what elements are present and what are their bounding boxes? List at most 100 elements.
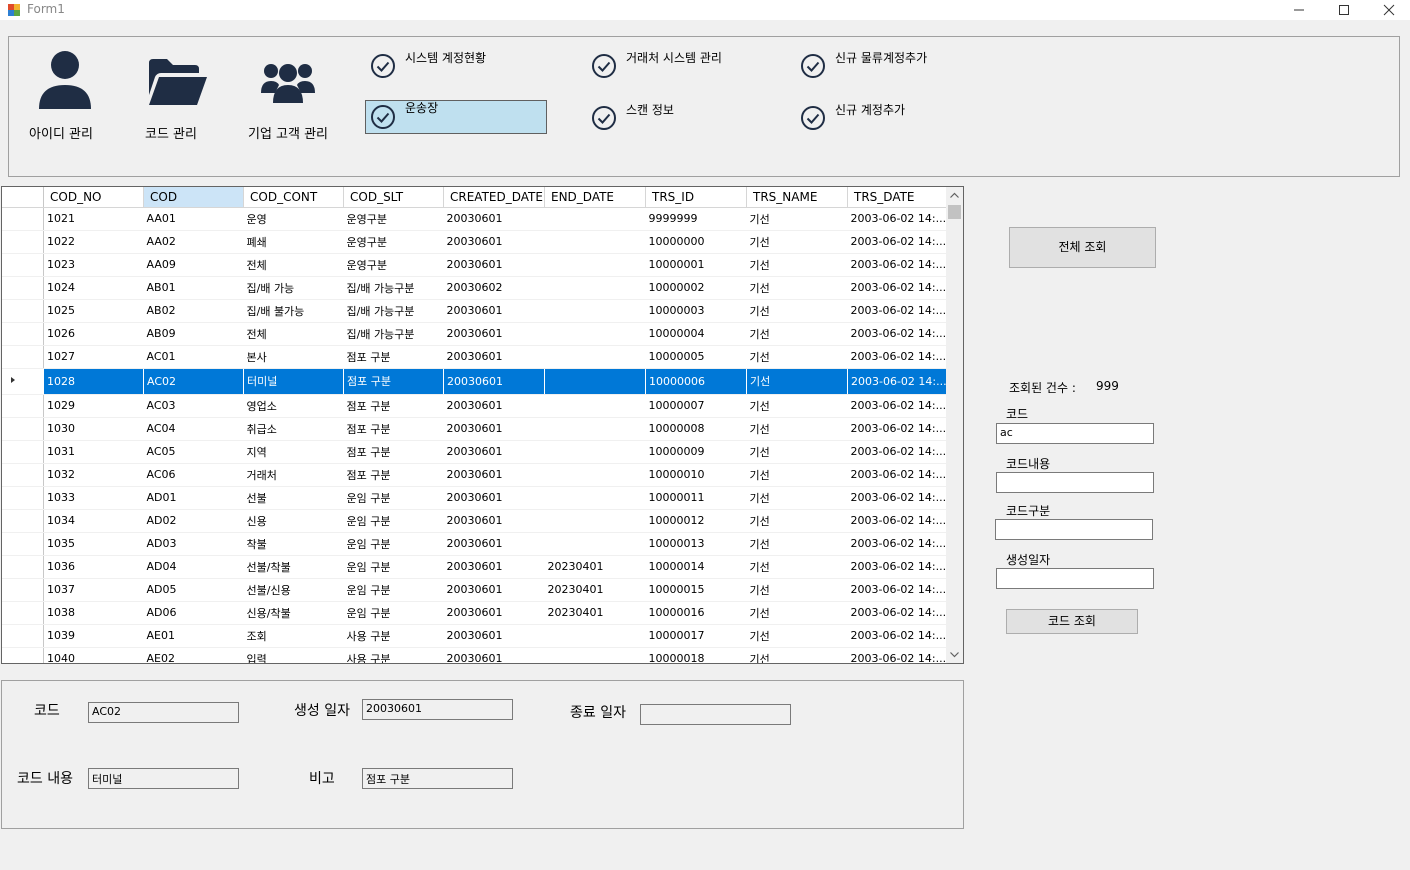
column-header[interactable]: COD_CONT bbox=[243, 187, 344, 208]
table-cell[interactable]: 기선 bbox=[746, 207, 848, 231]
table-cell[interactable]: 10000012 bbox=[645, 509, 747, 533]
table-cell[interactable] bbox=[544, 394, 646, 418]
table-cell[interactable]: AD02 bbox=[143, 509, 244, 533]
table-cell[interactable]: 2003-06-02 14:... bbox=[847, 230, 948, 254]
table-cell[interactable]: 기선 bbox=[746, 345, 848, 369]
table-cell[interactable]: 2003-06-02 14:... bbox=[847, 253, 948, 277]
table-cell[interactable]: 운영구분 bbox=[343, 230, 444, 254]
row-header-corner[interactable] bbox=[2, 187, 44, 208]
table-row[interactable]: 1034 AD02 신용 운임 구분 20030601 10000012 기선 2003-06… bbox=[2, 509, 948, 533]
table-cell[interactable]: 기선 bbox=[746, 417, 848, 441]
table-cell[interactable]: 20030601 bbox=[443, 299, 545, 323]
table-cell[interactable]: 1029 bbox=[43, 394, 144, 418]
id-manage-button[interactable]: 아이디 관리 bbox=[21, 45, 101, 145]
table-cell[interactable]: 기선 bbox=[746, 624, 848, 648]
table-cell[interactable]: 선불 bbox=[243, 486, 344, 510]
table-cell[interactable]: 10000010 bbox=[645, 463, 747, 487]
table-cell[interactable]: 1036 bbox=[43, 555, 144, 579]
table-cell[interactable]: 10000006 bbox=[645, 368, 747, 395]
table-cell[interactable]: 운영구분 bbox=[343, 253, 444, 277]
table-cell[interactable]: 점포 구분 bbox=[343, 394, 444, 418]
search-slt-input[interactable] bbox=[995, 519, 1153, 540]
table-cell[interactable]: 2003-06-02 14:... bbox=[847, 624, 948, 648]
table-cell[interactable]: 9999999 bbox=[645, 207, 747, 231]
table-cell[interactable]: 2003-06-02 14:... bbox=[847, 486, 948, 510]
table-cell[interactable]: 10000000 bbox=[645, 230, 747, 254]
table-cell[interactable]: 2003-06-02 14:... bbox=[847, 601, 948, 625]
table-cell[interactable] bbox=[544, 647, 646, 663]
table-cell[interactable]: AD01 bbox=[143, 486, 244, 510]
row-header[interactable] bbox=[2, 555, 44, 579]
table-cell[interactable]: AD06 bbox=[143, 601, 244, 625]
table-cell[interactable]: 기선 bbox=[746, 509, 848, 533]
search-all-button[interactable]: 전체 조회 bbox=[1009, 227, 1156, 268]
table-cell[interactable]: 20030601 bbox=[443, 322, 545, 346]
table-cell[interactable]: 1023 bbox=[43, 253, 144, 277]
table-cell[interactable]: 1034 bbox=[43, 509, 144, 533]
table-row[interactable]: 1027 AC01 본사 점포 구분 20030601 10000005 기선 2003-06… bbox=[2, 345, 948, 369]
table-cell[interactable]: 영업소 bbox=[243, 394, 344, 418]
table-cell[interactable]: 신용/착불 bbox=[243, 601, 344, 625]
table-cell[interactable] bbox=[544, 253, 646, 277]
table-cell[interactable]: 기선 bbox=[746, 647, 848, 663]
table-cell[interactable] bbox=[544, 368, 646, 395]
table-cell[interactable]: 지역 bbox=[243, 440, 344, 464]
table-row[interactable]: 1021 AA01 운영 운영구분 20030601 9999999 기선 2003-06-0… bbox=[2, 207, 948, 231]
table-cell[interactable]: 운임 구분 bbox=[343, 555, 444, 579]
detail-code-field[interactable]: AC02 bbox=[88, 702, 239, 723]
table-cell[interactable]: 집/배 가능구분 bbox=[343, 276, 444, 300]
table-cell[interactable]: 10000018 bbox=[645, 647, 747, 663]
row-header[interactable] bbox=[2, 417, 44, 441]
table-cell[interactable]: 점포 구분 bbox=[343, 463, 444, 487]
table-cell[interactable] bbox=[544, 440, 646, 464]
table-cell[interactable]: 10000002 bbox=[645, 276, 747, 300]
detail-content-field[interactable]: 터미널 bbox=[88, 768, 239, 789]
table-cell[interactable]: 10000003 bbox=[645, 299, 747, 323]
table-cell[interactable]: 1027 bbox=[43, 345, 144, 369]
table-row[interactable]: 1039 AE01 조회 사용 구분 20030601 10000017 기선 2003-06… bbox=[2, 624, 948, 648]
table-cell[interactable]: AB09 bbox=[143, 322, 244, 346]
table-cell[interactable]: 1022 bbox=[43, 230, 144, 254]
table-cell[interactable]: 2003-06-02 14:... bbox=[847, 532, 948, 556]
check-item-scan-info[interactable]: 스캔 정보 bbox=[587, 93, 767, 130]
table-cell[interactable]: 집/배 불가능 bbox=[243, 299, 344, 323]
table-cell[interactable]: 기선 bbox=[746, 230, 848, 254]
row-header[interactable] bbox=[2, 601, 44, 625]
column-header[interactable]: TRS_ID bbox=[645, 187, 747, 208]
row-header[interactable] bbox=[2, 253, 44, 277]
table-row[interactable]: 1022 AA02 폐쇄 운영구분 20030601 10000000 기선 2003-06-… bbox=[2, 230, 948, 254]
table-cell[interactable]: 20030601 bbox=[443, 417, 545, 441]
table-row[interactable]: 1035 AD03 착불 운임 구분 20030601 10000013 기선 2003-06… bbox=[2, 532, 948, 556]
table-cell[interactable]: 기선 bbox=[746, 299, 848, 323]
table-cell[interactable]: 20030601 bbox=[443, 230, 545, 254]
table-cell[interactable]: 2003-06-02 14:... bbox=[847, 299, 948, 323]
table-cell[interactable]: 20030601 bbox=[443, 486, 545, 510]
row-header[interactable] bbox=[2, 532, 44, 556]
table-cell[interactable]: 10000008 bbox=[645, 417, 747, 441]
table-cell[interactable]: 2003-06-02 14:... bbox=[847, 440, 948, 464]
row-header[interactable] bbox=[2, 578, 44, 602]
table-cell[interactable]: 1024 bbox=[43, 276, 144, 300]
table-cell[interactable]: 점포 구분 bbox=[343, 440, 444, 464]
table-cell[interactable]: 2003-06-02 14:... bbox=[847, 509, 948, 533]
column-header[interactable]: TRS_NAME bbox=[746, 187, 848, 208]
table-cell[interactable]: 20030602 bbox=[443, 276, 545, 300]
table-cell[interactable] bbox=[544, 509, 646, 533]
table-cell[interactable]: 10000009 bbox=[645, 440, 747, 464]
table-cell[interactable]: AA02 bbox=[143, 230, 244, 254]
table-cell[interactable] bbox=[544, 486, 646, 510]
table-cell[interactable]: 전체 bbox=[243, 253, 344, 277]
table-cell[interactable]: 기선 bbox=[746, 601, 848, 625]
table-cell[interactable]: AC03 bbox=[143, 394, 244, 418]
row-header[interactable] bbox=[2, 322, 44, 346]
table-cell[interactable]: 1038 bbox=[43, 601, 144, 625]
code-data-grid[interactable]: COD_NO COD COD_CONT COD_SLT CREATED_DATE… bbox=[1, 186, 964, 664]
vertical-scrollbar[interactable] bbox=[946, 187, 963, 663]
row-header[interactable] bbox=[2, 440, 44, 464]
table-cell[interactable]: 기선 bbox=[746, 322, 848, 346]
row-header[interactable] bbox=[2, 230, 44, 254]
table-cell[interactable]: AE01 bbox=[143, 624, 244, 648]
table-cell[interactable] bbox=[544, 624, 646, 648]
check-item-system-accounts[interactable]: 시스템 계정현황 bbox=[366, 41, 546, 78]
row-header[interactable] bbox=[2, 509, 44, 533]
